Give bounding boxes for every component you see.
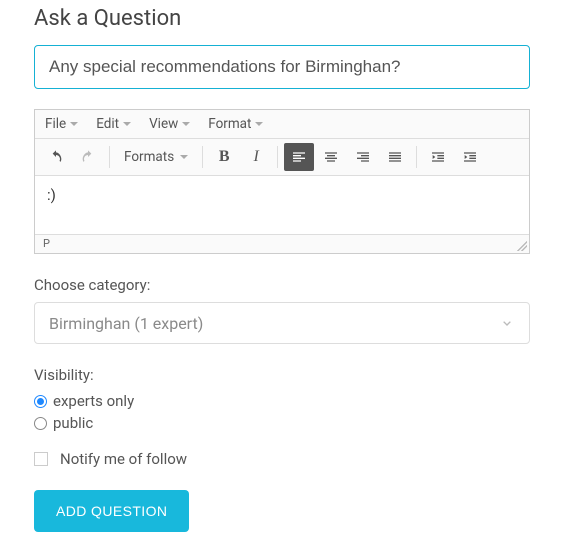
- align-center-button[interactable]: [316, 143, 346, 171]
- chevron-down-icon: [499, 315, 515, 331]
- checkbox-icon: [34, 452, 48, 466]
- align-justify-button[interactable]: [380, 143, 410, 171]
- italic-button[interactable]: I: [241, 143, 271, 171]
- menu-edit[interactable]: Edit: [96, 116, 131, 132]
- category-selected-value: Birminghan (1 expert): [49, 314, 203, 333]
- radio-icon: [34, 417, 47, 430]
- editor-menubar: File Edit View Format: [35, 110, 529, 139]
- outdent-button[interactable]: [423, 143, 453, 171]
- question-title-input[interactable]: [34, 45, 530, 89]
- page-title: Ask a Question: [34, 6, 530, 31]
- menu-file[interactable]: File: [45, 116, 78, 132]
- visibility-option-experts[interactable]: experts only: [34, 392, 530, 410]
- menu-view[interactable]: View: [149, 116, 190, 132]
- category-select[interactable]: Birminghan (1 expert): [34, 302, 530, 344]
- caret-icon: [70, 122, 78, 126]
- align-right-button[interactable]: [348, 143, 378, 171]
- notify-checkbox[interactable]: Notify me of follow: [34, 450, 530, 468]
- indent-button[interactable]: [455, 143, 485, 171]
- caret-icon: [255, 122, 263, 126]
- editor-path: P: [43, 237, 50, 250]
- formats-dropdown[interactable]: Formats: [116, 143, 196, 171]
- visibility-label: Visibility:: [34, 366, 530, 384]
- undo-button[interactable]: [41, 143, 71, 171]
- caret-icon: [123, 122, 131, 126]
- redo-button[interactable]: [73, 143, 103, 171]
- bold-button[interactable]: B: [209, 143, 239, 171]
- rich-text-editor: File Edit View Format Formats B I: [34, 109, 530, 254]
- category-label: Choose category:: [34, 276, 530, 294]
- align-left-button[interactable]: [284, 143, 314, 171]
- editor-status-bar: P: [35, 234, 529, 253]
- resize-handle-icon[interactable]: [517, 241, 527, 251]
- menu-format[interactable]: Format: [208, 116, 263, 132]
- editor-toolbar: Formats B I: [35, 139, 529, 176]
- add-question-button[interactable]: ADD QUESTION: [34, 490, 189, 532]
- caret-icon: [182, 122, 190, 126]
- editor-content-area[interactable]: :): [35, 176, 529, 234]
- radio-icon: [34, 395, 47, 408]
- visibility-option-public[interactable]: public: [34, 414, 530, 432]
- caret-icon: [180, 155, 188, 159]
